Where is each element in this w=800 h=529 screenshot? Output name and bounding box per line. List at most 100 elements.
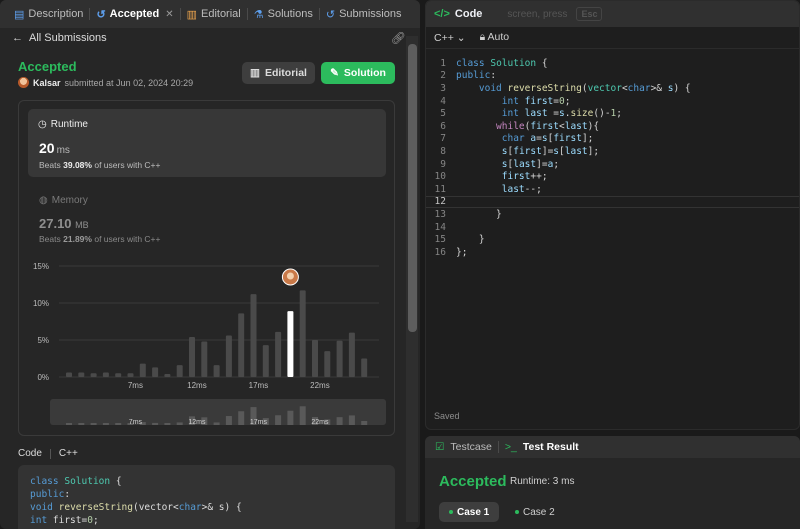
editor-line[interactable]: 15 } [426,233,799,246]
overview-bar [66,423,72,425]
editor-line[interactable]: 11 last--; [426,183,799,196]
x-tick-label: 12ms [187,381,207,390]
editor-line[interactable]: 6 while(first<last){ [426,120,799,133]
stats-panel: ◷ Runtime 20 ms Beats 39.08% of users wit… [18,100,395,436]
scrollbar-thumb[interactable] [408,44,417,332]
auto-mode[interactable]: 🔒︎ Auto [480,31,510,44]
editor-line[interactable]: 2 public: [426,70,799,83]
editor-toolbar: C++ ⌄ 🔒︎ Auto [426,27,799,49]
code-editor-panel: </> Code screen, press Esc C++ ⌄ 🔒︎ Auto… [425,0,800,430]
editor-line[interactable]: 5 int last =s.size()-1; [426,107,799,120]
back-to-submissions[interactable]: ← All Submissions [12,30,107,46]
x-tick-label: 22ms [310,381,330,390]
overview-bar [262,418,269,425]
tab-accepted[interactable]: ↺ Accepted ✕ [90,8,179,21]
tab-description[interactable]: ▤ Description [8,8,89,21]
document-icon: ▤ [14,8,25,21]
submitted-time: submitted at Jun 02, 2024 20:29 [64,77,194,88]
tab-testcase[interactable]: Testcase [450,441,491,453]
overview-bar [250,407,257,425]
line-text: class Solution { [456,57,548,69]
chart-bar [348,332,355,377]
lock-icon: 🔒︎ [479,31,486,43]
y-tick-label: 10% [33,299,49,308]
tab-submissions[interactable]: ↺ Submissions [320,8,408,21]
username[interactable]: Kalsar [33,78,61,88]
close-icon[interactable]: ✕ [165,9,173,20]
language-select[interactable]: C++ ⌄ [434,32,466,44]
line-number: 14 [434,221,446,233]
line-number: 6 [440,120,446,132]
chart-bar [176,365,183,377]
overview-tick-label: 22ms [311,419,329,426]
overview-bar [312,417,318,425]
chart-bar [139,363,146,377]
avatar[interactable] [18,77,29,88]
editor-line[interactable]: 1 class Solution { [426,57,799,70]
line-number: 12 [434,196,446,208]
line-number: 8 [440,145,446,157]
link-icon[interactable]: 🔗︎ [391,31,406,45]
tab-solutions[interactable]: ⚗ Solutions [248,8,319,21]
chevron-down-icon: ⌄ [456,31,466,44]
line-number: 11 [434,183,446,195]
editorial-button[interactable]: ▥ Editorial [242,62,315,84]
pass-dot-icon [449,510,453,514]
overview-track [50,399,386,425]
overview-bar [78,423,85,425]
line-number: 2 [440,70,446,82]
chart-bar [127,373,134,377]
book-icon: ▥ [186,8,197,21]
y-tick-label: 15% [33,262,49,271]
solution-button[interactable]: ✎ Solution [321,62,395,84]
flask-icon: ⚗ [253,8,264,21]
line-text: s[last]=a; [501,158,560,170]
tab-editorial[interactable]: ▥ Editorial [181,8,247,21]
tab-test-result[interactable]: Test Result [523,441,579,453]
editor-line[interactable]: 9 s[last]=a; [426,158,799,171]
code-editor[interactable]: 1 class Solution {2 public: 3 void reverseS… [426,57,799,259]
overview-tick-label: 7ms [129,419,143,426]
line-text: int last =s.size()-1; [501,108,623,120]
editor-line[interactable]: 8 s[first]=s[last]; [426,145,799,158]
chart-bar [250,294,257,377]
editor-line[interactable]: 14 [426,221,799,234]
edit-icon: ✎ [330,67,339,79]
overview-bar [176,422,183,425]
esc-key-hint: Esc [576,7,603,21]
overview-bar [90,423,97,425]
history-icon: ↺ [96,8,106,21]
memory-beats: Beats 21.89% of users with C++ [39,234,161,244]
line-text: last--; [501,183,542,195]
overview-bar [361,421,368,425]
chart-bar [164,374,171,377]
runtime-value: 20 ms [39,140,70,156]
editor-line[interactable]: 13 } [426,208,799,221]
line-number: 13 [434,208,446,220]
overview-bar [275,415,282,425]
editor-line[interactable]: 10 first++; [426,170,799,183]
overview-tick-label: 17ms [250,419,268,426]
chip-icon: ◍ [39,195,48,206]
overview-bar [189,416,195,425]
test-result-panel: ☑ Testcase >_ Test Result Accepted Runti… [425,436,800,529]
line-number: 10 [434,171,446,183]
line-number: 7 [440,133,446,145]
editor-line[interactable]: 3 void reverseString(vector<char>& s) { [426,82,799,95]
code-section-header: Code C++ [18,448,78,459]
code-line: void reverseString(vector<char>& s) { [30,502,242,513]
line-number: 3 [440,82,446,94]
memory-header[interactable]: ◍ Memory [39,195,88,206]
arrow-left-icon: ← [12,32,23,44]
case-2-tab[interactable]: Case 2 [505,502,565,522]
submission-panel: ▤ Description ↺ Accepted ✕ ▥ Editorial ⚗… [0,0,420,529]
editor-line[interactable]: 12 [426,195,799,209]
chart-bar [66,372,72,377]
line-text: while(first<last){ [496,120,600,132]
line-number: 4 [440,95,446,107]
editor-line[interactable]: 4 int first=0; [426,95,799,108]
editor-line[interactable]: 16}; [426,246,799,259]
runtime-card[interactable]: ◷ Runtime 20 ms Beats 39.08% of users wit… [28,109,386,177]
case-1-tab[interactable]: Case 1 [439,502,500,522]
editor-line[interactable]: 7 char a=s[first]; [426,133,799,146]
